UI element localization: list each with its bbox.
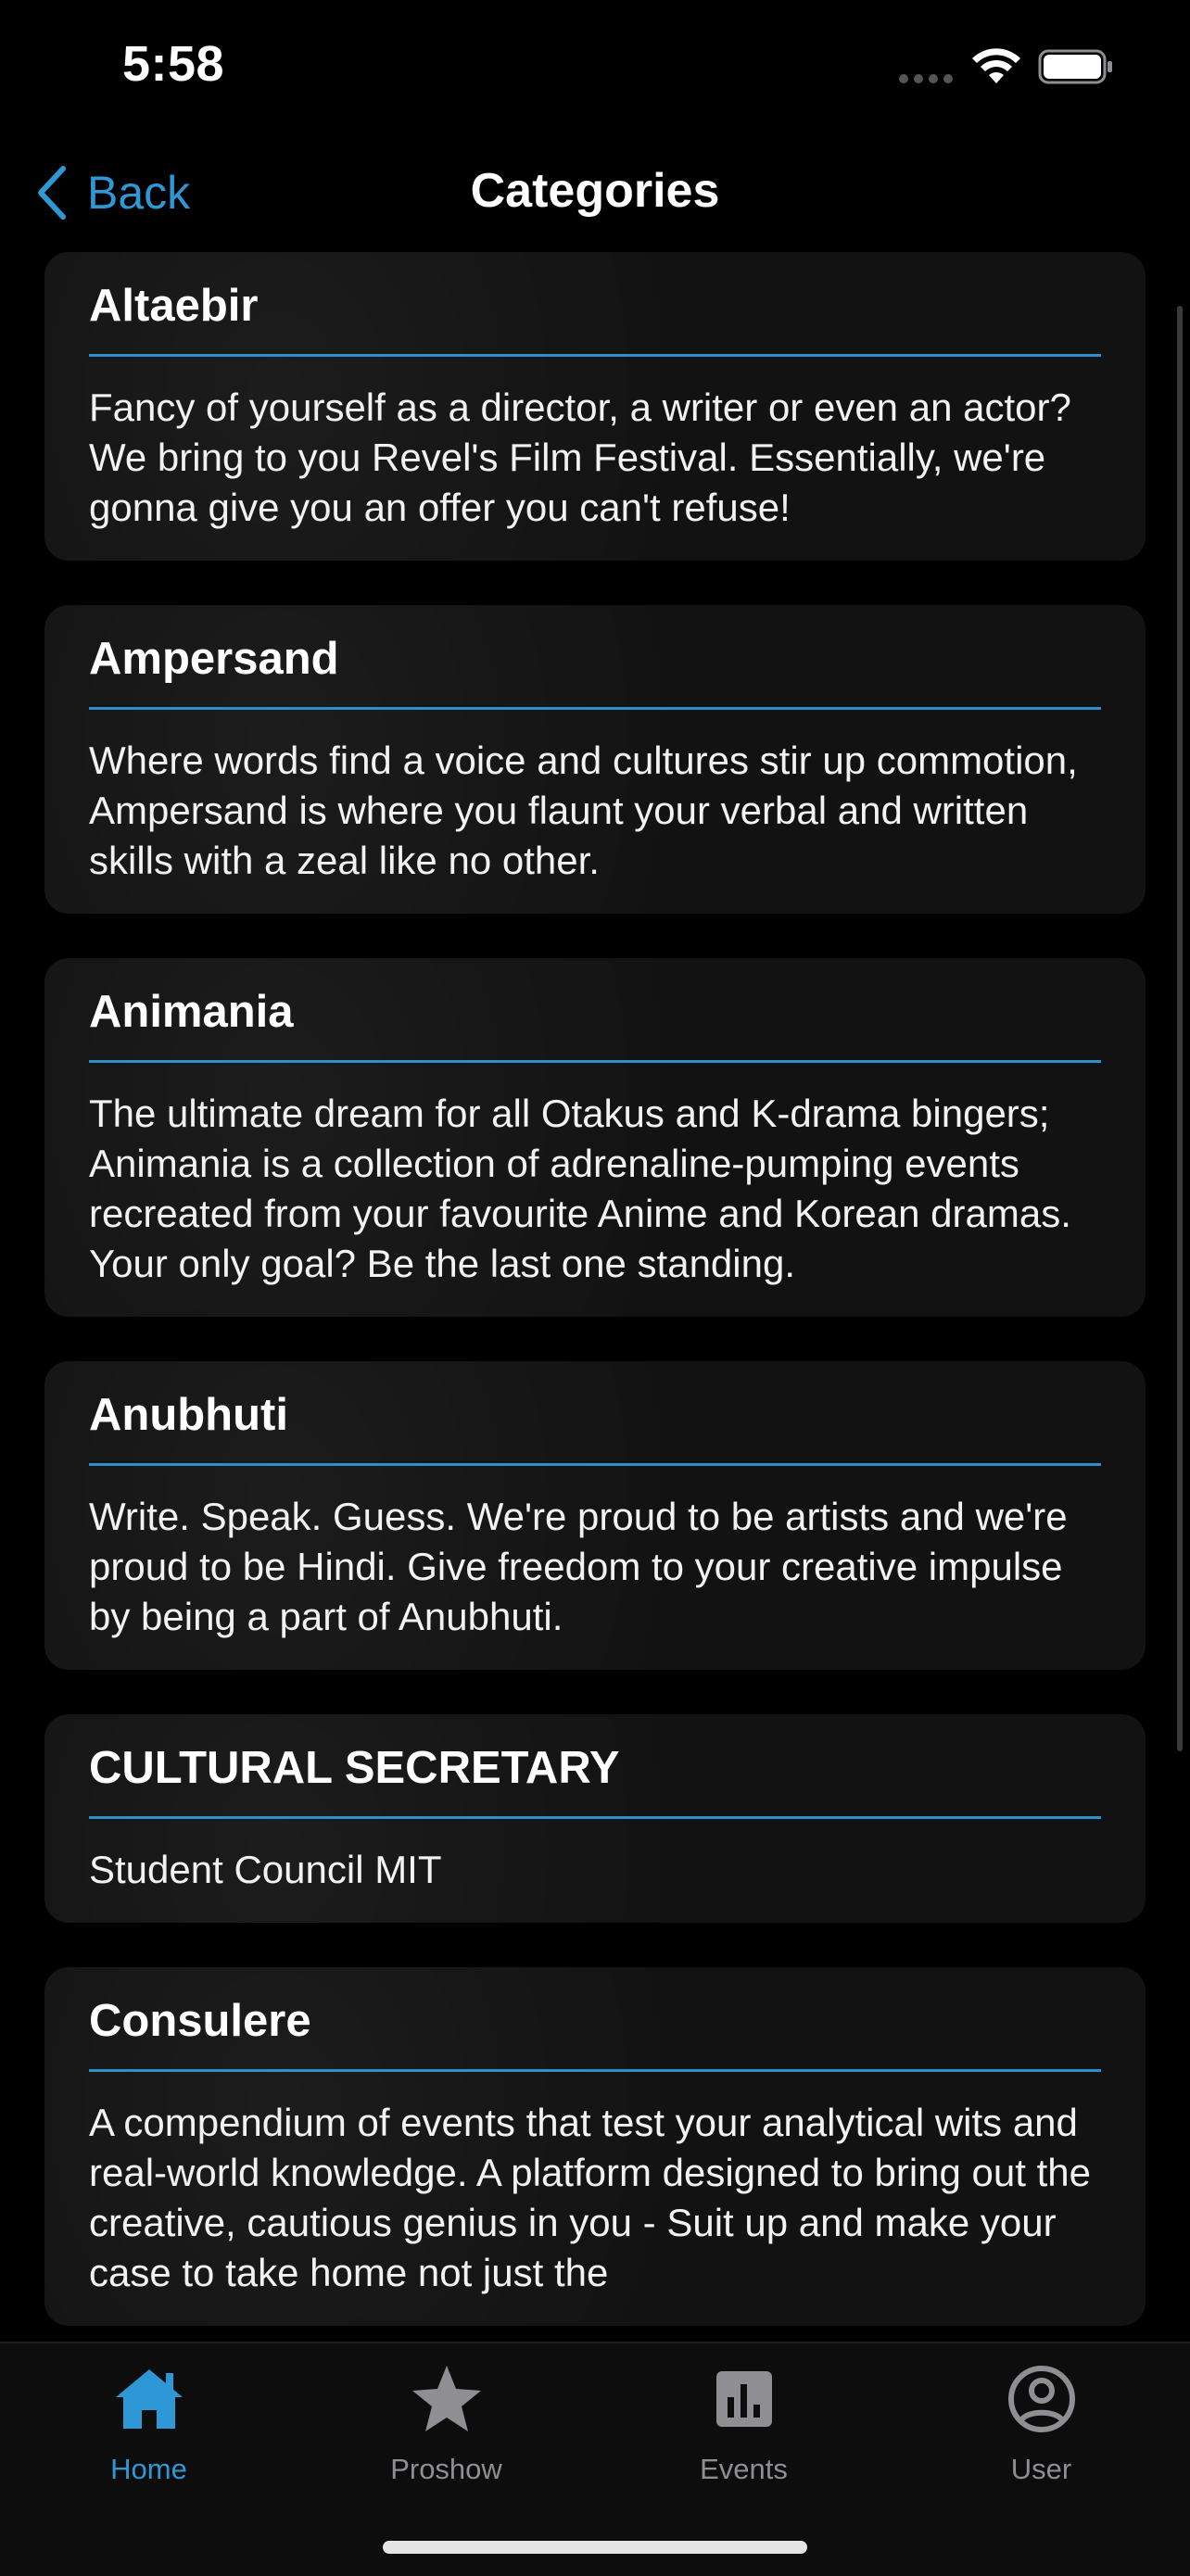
user-circle-icon: [1007, 2366, 1075, 2432]
tab-user[interactable]: User: [892, 2362, 1190, 2510]
page-title: Categories: [470, 164, 720, 218]
category-title: Ampersand: [89, 633, 1101, 710]
tab-proshow[interactable]: Proshow: [298, 2362, 595, 2510]
category-description: A compendium of events that test your an…: [89, 2101, 1091, 2294]
star-icon: [411, 2366, 481, 2431]
category-list[interactable]: Altaebir Fancy of yourself as a director…: [0, 252, 1190, 2342]
tab-bar: Home Proshow Events User: [0, 2342, 1190, 2576]
category-description: Fancy of yourself as a director, a write…: [89, 385, 1071, 529]
battery-icon: [1038, 49, 1112, 84]
home-indicator[interactable]: [383, 2541, 807, 2554]
tab-events[interactable]: Events: [595, 2362, 892, 2510]
category-card[interactable]: Anubhuti Write. Speak. Guess. We're prou…: [44, 1361, 1146, 1670]
category-description: The ultimate dream for all Otakus and K-…: [89, 1092, 1071, 1285]
category-card[interactable]: Animania The ultimate dream for all Otak…: [44, 958, 1146, 1317]
category-card[interactable]: CULTURAL SECRETARY Student Council MIT: [44, 1714, 1146, 1923]
tab-label: Proshow: [390, 2453, 502, 2485]
category-title: Animania: [89, 986, 1101, 1063]
scrollbar[interactable]: [1177, 306, 1183, 1751]
status-bar: 5:58: [0, 0, 1190, 139]
category-card[interactable]: Altaebir Fancy of yourself as a director…: [44, 252, 1146, 561]
bar-chart-icon: [715, 2371, 772, 2427]
status-time: 5:58: [122, 36, 225, 92]
category-title: Anubhuti: [89, 1389, 1101, 1466]
wifi-icon: [972, 48, 1020, 83]
cellular-signal-icon: [899, 74, 953, 83]
house-icon: [115, 2369, 183, 2429]
category-description: Write. Speak. Guess. We're proud to be a…: [89, 1495, 1068, 1638]
tab-label: Events: [700, 2453, 788, 2485]
category-title: Altaebir: [89, 280, 1101, 357]
category-description: Student Council MIT: [89, 1848, 442, 1891]
tab-home[interactable]: Home: [0, 2362, 298, 2510]
navigation-bar: Back Categories: [0, 139, 1190, 246]
category-card[interactable]: Ampersand Where words find a voice and c…: [44, 605, 1146, 914]
category-description: Where words find a voice and cultures st…: [89, 739, 1078, 882]
tab-label: User: [1010, 2453, 1072, 2485]
category-card[interactable]: Consulere A compendium of events that te…: [44, 1967, 1146, 2326]
category-title: CULTURAL SECRETARY: [89, 1742, 1101, 1819]
category-title: Consulere: [89, 1995, 1101, 2072]
tab-label: Home: [110, 2453, 187, 2485]
